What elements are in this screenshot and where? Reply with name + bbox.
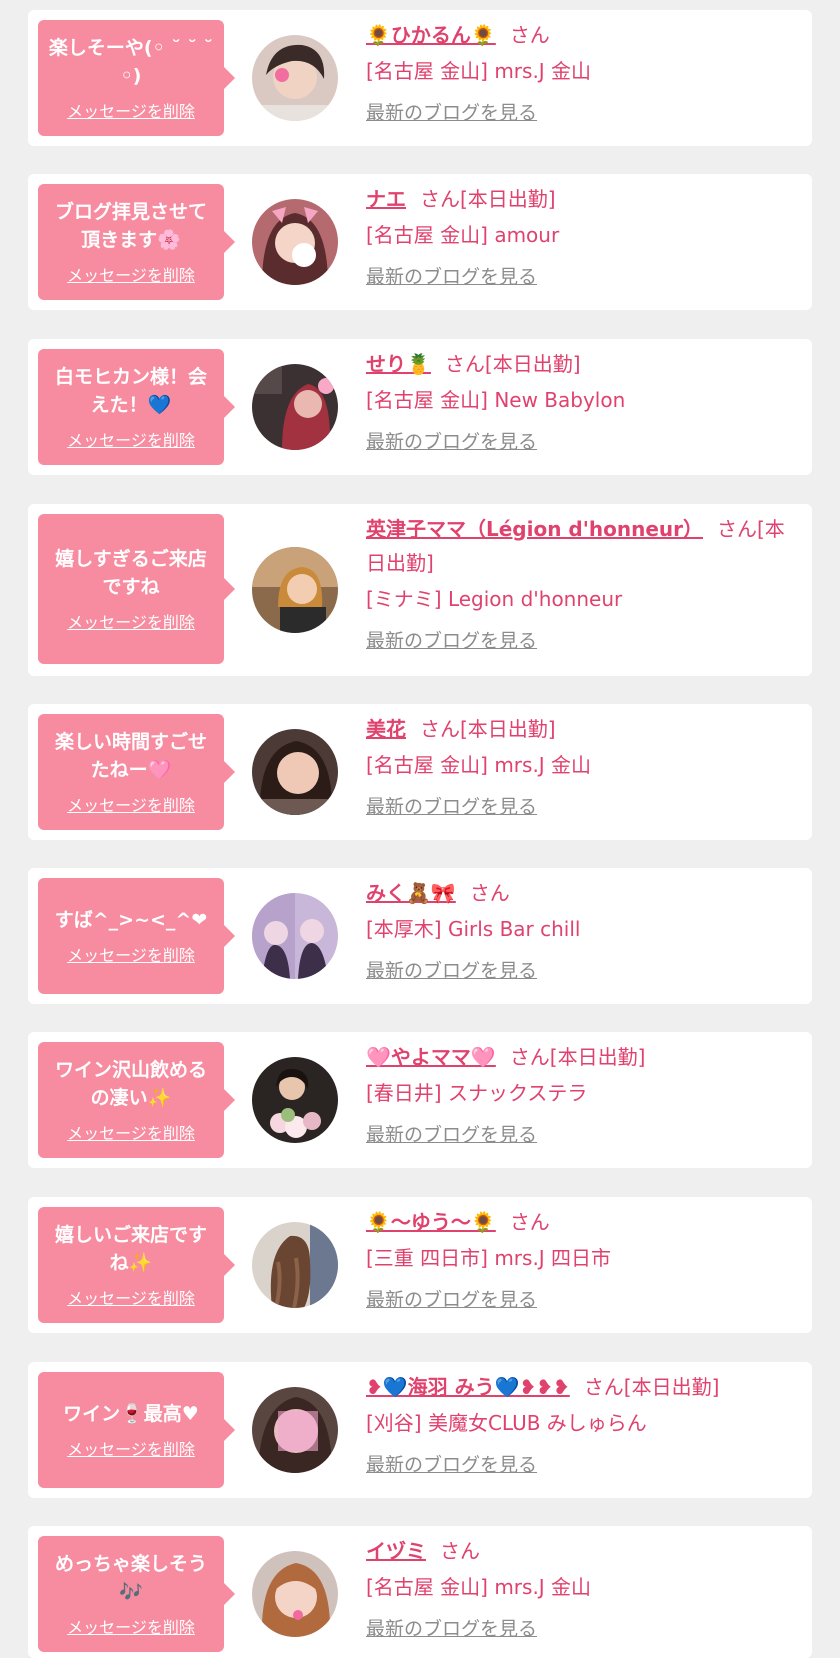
profile-info: 🌻ひかるん🌻 さん [名古屋 金山] mrs.J 金山 最新のブログを見る — [366, 18, 786, 128]
message-text: ブログ拝見させて頂きます🌸 — [54, 201, 207, 251]
message-bubble: ブログ拝見させて頂きます🌸 メッセージを削除 — [38, 184, 235, 300]
latest-blog-link[interactable]: 最新のブログを見る — [366, 1285, 537, 1315]
profile-info: イヅミ さん [名古屋 金山] mrs.J 金山 最新のブログを見る — [366, 1534, 786, 1644]
shop-name: [刈谷] 美魔女CLUB みしゅらん — [366, 1411, 647, 1435]
profile-name-link[interactable]: イヅミ — [366, 1539, 426, 1563]
message-card: めっちゃ楽しそう🎶 メッセージを削除 イヅミ さん [名古屋 金山] mrs.J … — [28, 1526, 812, 1658]
delete-message-link[interactable]: メッセージを削除 — [67, 609, 195, 633]
delete-message-link[interactable]: メッセージを削除 — [67, 98, 195, 122]
shop-name: [名古屋 金山] New Babylon — [366, 388, 626, 412]
delete-message-link[interactable]: メッセージを削除 — [67, 1285, 195, 1309]
message-bubble: 楽しい時間すごせたねー🩷 メッセージを削除 — [38, 714, 235, 830]
message-text: めっちゃ楽しそう🎶 — [54, 1553, 207, 1603]
profile-info: みく🧸🎀 さん [本厚木] Girls Bar chill 最新のブログを見る — [366, 876, 786, 986]
shop-name: [三重 四日市] mrs.J 四日市 — [366, 1246, 612, 1270]
honorific: さん[本日出勤] — [420, 717, 556, 741]
message-text: 楽しい時間すごせたねー🩷 — [54, 731, 207, 781]
honorific: さん — [440, 1539, 480, 1563]
message-card: ワイン沢山飲めるの凄い✨ メッセージを削除 🩷やよママ🩷 さん[本日出勤] [春日… — [28, 1032, 812, 1168]
profile-name-link[interactable]: みく🧸🎀 — [366, 881, 456, 905]
delete-message-link[interactable]: メッセージを削除 — [67, 792, 195, 816]
delete-message-link[interactable]: メッセージを削除 — [67, 1436, 195, 1460]
message-bubble: めっちゃ楽しそう🎶 メッセージを削除 — [38, 1536, 235, 1652]
latest-blog-link[interactable]: 最新のブログを見る — [366, 956, 537, 986]
honorific: さん[本日出勤] — [509, 1045, 646, 1069]
avatar[interactable] — [252, 199, 338, 285]
message-text: ワイン沢山飲めるの凄い✨ — [54, 1059, 207, 1109]
shop-name: [名古屋 金山] mrs.J 金山 — [366, 753, 592, 777]
avatar[interactable] — [252, 1222, 338, 1308]
latest-blog-link[interactable]: 最新のブログを見る — [366, 792, 537, 822]
latest-blog-link[interactable]: 最新のブログを見る — [366, 98, 537, 128]
shop-name: [ミナミ] Legion d'honneur — [366, 587, 623, 611]
shop-name: [本厚木] Girls Bar chill — [366, 917, 581, 941]
message-card: 楽しそーや(◦ ˘ ˘ ˘◦) メッセージを削除 🌻ひかるん🌻 さん [名古屋 金… — [28, 10, 812, 146]
avatar[interactable] — [252, 893, 338, 979]
message-bubble: ワイン🍷最高♥ メッセージを削除 — [38, 1372, 235, 1488]
avatar[interactable] — [252, 364, 338, 450]
profile-name-link[interactable]: ナエ — [366, 187, 406, 211]
profile-info: ❥💙海羽 みう💙❥❥❥ さん[本日出勤] [刈谷] 美魔女CLUB みしゅらん 最… — [366, 1370, 786, 1480]
shop-name: [名古屋 金山] amour — [366, 223, 560, 247]
message-card: すば^_>~<_^❤ メッセージを削除 みく🧸🎀 さん [本厚木] Girls B… — [28, 868, 812, 1004]
avatar[interactable] — [252, 35, 338, 121]
profile-name-link[interactable]: 美花 — [366, 717, 406, 741]
message-bubble: 白モヒカン様！会えた！💙 メッセージを削除 — [38, 349, 235, 465]
latest-blog-link[interactable]: 最新のブログを見る — [366, 262, 537, 292]
avatar[interactable] — [252, 729, 338, 815]
avatar[interactable] — [252, 1387, 338, 1473]
honorific: さん[本日出勤] — [444, 352, 581, 376]
message-card: ブログ拝見させて頂きます🌸 メッセージを削除 ナエ さん[本日出勤] [名古屋 金… — [28, 174, 812, 310]
message-text: 嬉しすぎるご来店ですね — [55, 548, 207, 598]
shop-name: [名古屋 金山] mrs.J 金山 — [366, 1575, 592, 1599]
profile-info: ナエ さん[本日出勤] [名古屋 金山] amour 最新のブログを見る — [366, 182, 786, 292]
honorific: さん — [469, 881, 510, 905]
profile-info: 🌻〜ゆう〜🌻 さん [三重 四日市] mrs.J 四日市 最新のブログを見る — [366, 1205, 786, 1315]
profile-name-link[interactable]: 🌻ひかるん🌻 — [366, 23, 496, 47]
message-bubble: 楽しそーや(◦ ˘ ˘ ˘◦) メッセージを削除 — [38, 20, 235, 136]
avatar[interactable] — [252, 1057, 338, 1143]
message-card: 嬉しすぎるご来店ですね メッセージを削除 英津子ママ（Légion d'honn… — [28, 504, 812, 676]
profile-info: 英津子ママ（Légion d'honneur） さん[本日出勤] [ミナミ] Le… — [366, 512, 786, 656]
message-text: すば^_>~<_^❤ — [54, 909, 208, 931]
delete-message-link[interactable]: メッセージを削除 — [67, 1614, 195, 1638]
shop-name: [名古屋 金山] mrs.J 金山 — [366, 59, 592, 83]
honorific: さん — [509, 23, 550, 47]
honorific: さん — [509, 1210, 550, 1234]
honorific: さん[本日出勤] — [420, 187, 556, 211]
latest-blog-link[interactable]: 最新のブログを見る — [366, 427, 537, 457]
message-card: ワイン🍷最高♥ メッセージを削除 ❥💙海羽 みう💙❥❥❥ さん[本日出勤] [刈谷… — [28, 1362, 812, 1498]
message-bubble: すば^_>~<_^❤ メッセージを削除 — [38, 878, 235, 994]
message-bubble: ワイン沢山飲めるの凄い✨ メッセージを削除 — [38, 1042, 235, 1158]
profile-name-link[interactable]: 🩷やよママ🩷 — [366, 1045, 496, 1069]
latest-blog-link[interactable]: 最新のブログを見る — [366, 1614, 537, 1644]
profile-name-link[interactable]: ❥💙海羽 みう💙❥❥❥ — [366, 1375, 570, 1399]
delete-message-link[interactable]: メッセージを削除 — [67, 262, 195, 286]
avatar[interactable] — [252, 547, 338, 633]
message-text: 嬉しいご来店ですね✨ — [54, 1224, 207, 1274]
message-bubble: 嬉しいご来店ですね✨ メッセージを削除 — [38, 1207, 235, 1323]
profile-name-link[interactable]: せり🍍 — [366, 352, 431, 376]
latest-blog-link[interactable]: 最新のブログを見る — [366, 1120, 537, 1150]
message-text: 白モヒカン様！会えた！💙 — [54, 366, 207, 416]
message-card: 楽しい時間すごせたねー🩷 メッセージを削除 美花 さん[本日出勤] [名古屋 金山… — [28, 704, 812, 840]
message-text: 楽しそーや(◦ ˘ ˘ ˘◦) — [48, 37, 214, 87]
latest-blog-link[interactable]: 最新のブログを見る — [366, 1450, 537, 1480]
delete-message-link[interactable]: メッセージを削除 — [67, 942, 195, 966]
profile-name-link[interactable]: 英津子ママ（Légion d'honneur） — [366, 517, 703, 541]
latest-blog-link[interactable]: 最新のブログを見る — [366, 626, 537, 656]
message-card: 嬉しいご来店ですね✨ メッセージを削除 🌻〜ゆう〜🌻 さん [三重 四日市] mr… — [28, 1197, 812, 1333]
profile-info: 美花 さん[本日出勤] [名古屋 金山] mrs.J 金山 最新のブログを見る — [366, 712, 786, 822]
delete-message-link[interactable]: メッセージを削除 — [67, 427, 195, 451]
message-text: ワイン🍷最高♥ — [63, 1403, 199, 1425]
message-bubble: 嬉しすぎるご来店ですね メッセージを削除 — [38, 514, 235, 664]
message-card: 白モヒカン様！会えた！💙 メッセージを削除 せり🍍 さん[本日出勤] [名古屋 金… — [28, 339, 812, 475]
avatar[interactable] — [252, 1551, 338, 1637]
profile-info: 🩷やよママ🩷 さん[本日出勤] [春日井] スナックステラ 最新のブログを見る — [366, 1040, 786, 1150]
profile-name-link[interactable]: 🌻〜ゆう〜🌻 — [366, 1210, 496, 1234]
shop-name: [春日井] スナックステラ — [366, 1081, 588, 1105]
delete-message-link[interactable]: メッセージを削除 — [67, 1120, 195, 1144]
profile-info: せり🍍 さん[本日出勤] [名古屋 金山] New Babylon 最新のブログを… — [366, 347, 786, 457]
honorific: さん[本日出勤] — [583, 1375, 720, 1399]
